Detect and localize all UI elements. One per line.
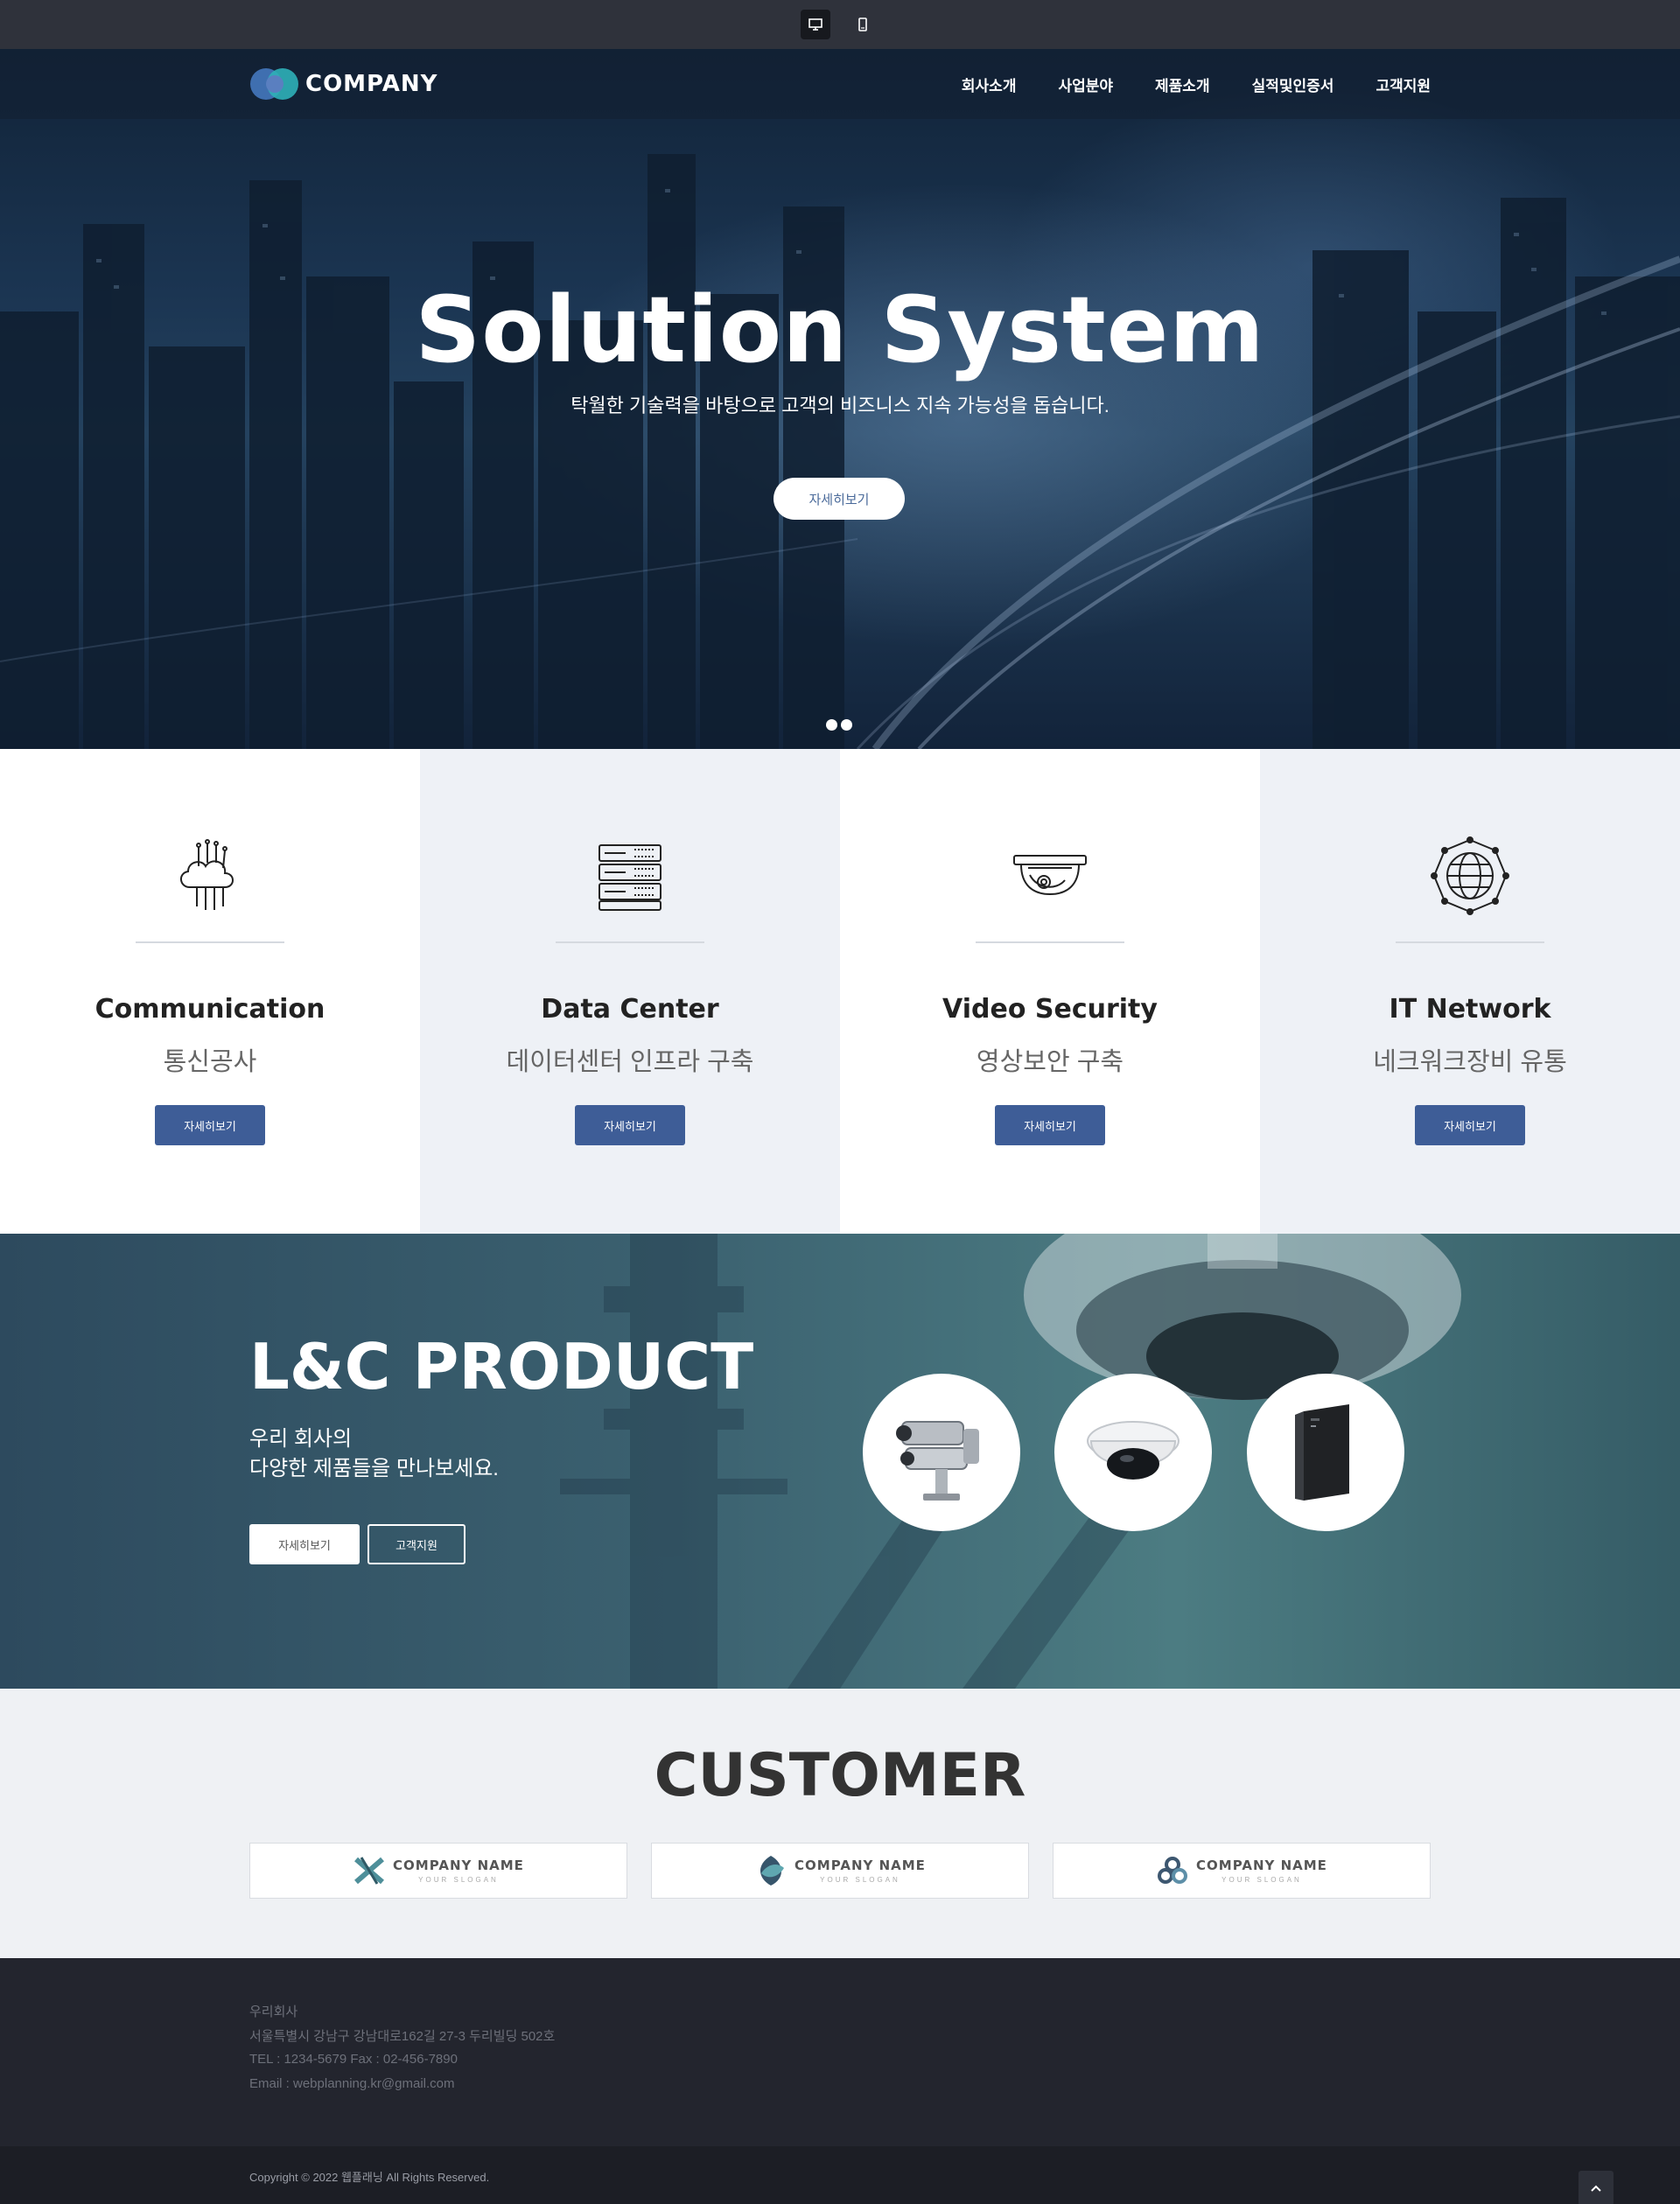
customer-name: COMPANY NAME — [393, 1858, 524, 1873]
desktop-view-button[interactable] — [801, 10, 830, 39]
product-text-line2: 다양한 제품들을 만나보세요. — [249, 1457, 499, 1480]
main-nav: 회사소개 사업분야 제품소개 실적및인증서 고객지원 — [962, 73, 1431, 95]
product-ups-device[interactable] — [1247, 1374, 1404, 1531]
leaf-drop-logo-icon — [760, 1856, 785, 1886]
slider-dot-1[interactable] — [826, 719, 837, 731]
customer-logo-3[interactable]: COMPANY NAME YOUR SLOGAN — [1053, 1843, 1431, 1899]
customer-name-block: COMPANY NAME YOUR SLOGAN — [393, 1858, 524, 1884]
mobile-view-button[interactable] — [848, 10, 878, 39]
customer-slogan: YOUR SLOGAN — [418, 1876, 499, 1884]
customer-slogan: YOUR SLOGAN — [1222, 1876, 1302, 1884]
divider — [136, 941, 284, 943]
divider — [1396, 941, 1544, 943]
service-more-button[interactable]: 자세히보기 — [1415, 1105, 1525, 1145]
dome-camera-icon — [1013, 855, 1087, 896]
service-card-data-center: Data Center 데이터센터 인프라 구축 자세히보기 — [420, 749, 840, 1234]
services-section: Communication 통신공사 자세히보기 Data Center 데이터… — [0, 749, 1680, 1234]
logo-mark-icon — [249, 67, 300, 101]
nav-products[interactable]: 제품소개 — [1155, 73, 1210, 95]
footer-email[interactable]: Email : webplanning.kr@gmail.com — [249, 2076, 455, 2091]
customer-section: CUSTOMER COMPANY NAME YOUR SLOGAN COMPAN… — [0, 1689, 1680, 1958]
footer-tel-fax: TEL : 1234-5679 Fax : 02-456-7890 — [249, 2052, 458, 2067]
monitor-icon — [808, 18, 822, 31]
service-card-video-security: Video Security 영상보안 구축 자세히보기 — [840, 749, 1260, 1234]
service-card-communication: Communication 통신공사 자세히보기 — [0, 749, 420, 1234]
product-ptz-camera[interactable] — [863, 1374, 1020, 1531]
slider-dots — [826, 719, 852, 731]
dome-camera-product-icon — [1087, 1421, 1180, 1480]
customer-name-block: COMPANY NAME YOUR SLOGAN — [1196, 1858, 1327, 1884]
logo-text: COMPANY — [305, 71, 438, 97]
nav-business[interactable]: 사업분야 — [1058, 73, 1113, 95]
nav-about[interactable]: 회사소개 — [962, 73, 1017, 95]
globe-network-icon — [1431, 836, 1509, 915]
cross-x-logo-icon — [354, 1857, 385, 1885]
service-subtitle: 통신공사 — [163, 1048, 257, 1076]
main-navbar: COMPANY 회사소개 사업분야 제품소개 실적및인증서 고객지원 — [0, 49, 1680, 119]
mobile-icon — [858, 17, 867, 31]
hero-title: Solution System — [415, 276, 1265, 383]
site-footer: 우리회사 서울특별시 강남구 강남대로162길 27-3 두리빌딩 502호 T… — [0, 1958, 1680, 2204]
nav-certificates[interactable]: 실적및인증서 — [1252, 73, 1334, 95]
product-title: L&C PRODUCT — [249, 1330, 754, 1403]
service-subtitle: 네크워크장비 유통 — [1373, 1048, 1567, 1076]
customer-logo-2[interactable]: COMPANY NAME YOUR SLOGAN — [651, 1843, 1029, 1899]
hero-subtitle: 탁월한 기술력을 바탕으로 고객의 비즈니스 지속 가능성을 돕습니다. — [570, 395, 1110, 416]
server-rack-icon — [598, 844, 662, 911]
knot-logo-icon — [1158, 1857, 1188, 1884]
product-more-button[interactable]: 자세히보기 — [249, 1524, 360, 1564]
service-more-button[interactable]: 자세히보기 — [155, 1105, 265, 1145]
device-preview-bar — [0, 0, 1680, 49]
service-more-button[interactable]: 자세히보기 — [575, 1105, 685, 1145]
cloud-circuit-icon — [180, 839, 234, 910]
product-dome-camera[interactable] — [1054, 1374, 1212, 1531]
service-title: IT Network — [1389, 994, 1551, 1025]
customer-slogan: YOUR SLOGAN — [820, 1876, 900, 1884]
service-title: Video Security — [942, 994, 1158, 1025]
footer-address: 서울특별시 강남구 강남대로162길 27-3 두리빌딩 502호 — [249, 2029, 556, 2044]
footer-company-name: 우리회사 — [249, 2005, 298, 2019]
customer-name: COMPANY NAME — [794, 1858, 926, 1873]
product-section: L&C PRODUCT 우리 회사의 다양한 제품들을 만나보세요. 자세히보기… — [0, 1234, 1680, 1689]
divider — [556, 941, 704, 943]
service-subtitle: 영상보안 구축 — [976, 1048, 1124, 1076]
ptz-camera-icon — [896, 1421, 979, 1501]
service-title: Communication — [94, 994, 326, 1025]
service-card-it-network: IT Network 네크워크장비 유통 자세히보기 — [1260, 749, 1680, 1234]
service-more-button[interactable]: 자세히보기 — [995, 1105, 1105, 1145]
slider-dot-2[interactable] — [841, 719, 852, 731]
ups-tower-icon — [1295, 1404, 1349, 1501]
service-title: Data Center — [541, 994, 719, 1025]
company-logo[interactable]: COMPANY — [249, 66, 438, 101]
hero-more-button[interactable]: 자세히보기 — [774, 478, 905, 520]
scroll-to-top-button[interactable] — [1578, 2171, 1614, 2204]
customer-name: COMPANY NAME — [1196, 1858, 1327, 1873]
nav-support[interactable]: 고객지원 — [1376, 73, 1431, 95]
customer-title: CUSTOMER — [654, 1741, 1026, 1810]
customer-logo-1[interactable]: COMPANY NAME YOUR SLOGAN — [249, 1843, 627, 1899]
chevron-up-icon — [1591, 2185, 1601, 2192]
hero-section: COMPANY 회사소개 사업분야 제품소개 실적및인증서 고객지원 Solut… — [0, 49, 1680, 749]
service-subtitle: 데이터센터 인프라 구축 — [506, 1048, 754, 1076]
product-text-line1: 우리 회사의 — [249, 1427, 353, 1451]
copyright-text: Copyright © 2022 웹플래닝 All Rights Reserve… — [249, 2171, 490, 2184]
product-support-button[interactable]: 고객지원 — [368, 1524, 466, 1564]
customer-name-block: COMPANY NAME YOUR SLOGAN — [794, 1858, 926, 1884]
divider — [976, 941, 1124, 943]
